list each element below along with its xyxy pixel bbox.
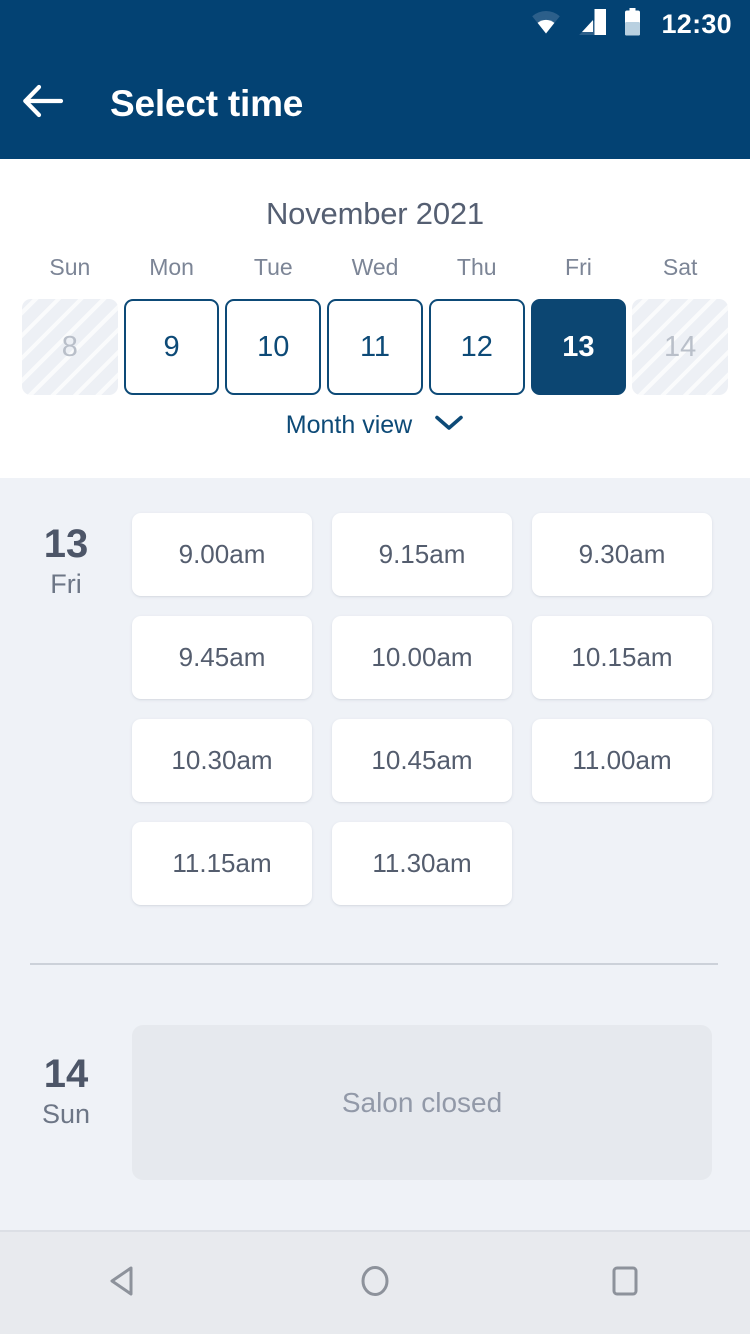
square-recents-icon xyxy=(605,1261,645,1306)
month-view-label: Month view xyxy=(285,411,413,439)
time-slot[interactable]: 9.45am xyxy=(132,616,312,699)
date-cell-9[interactable]: 9 xyxy=(123,299,220,395)
battery-icon xyxy=(624,7,641,41)
weekday-header: Tue xyxy=(253,254,293,280)
date-cell-14: 14 xyxy=(632,299,728,395)
calendar-date-row: 8 9 10 11 12 13 14 xyxy=(0,299,750,395)
status-bar-icons xyxy=(531,7,641,41)
day-label-13: 13 Fri xyxy=(0,478,132,905)
back-button[interactable] xyxy=(0,48,86,159)
day-block-13: 13 Fri 9.00am 9.15am 9.30am 9.45am 10.00… xyxy=(0,478,750,905)
time-slot[interactable]: 9.30am xyxy=(532,513,712,596)
date-cell-12[interactable]: 12 xyxy=(428,299,525,395)
android-nav-bar xyxy=(0,1230,750,1334)
time-slot[interactable]: 10.00am xyxy=(332,616,512,699)
phone-screen: 12:30 Select time November 2021 Sun Mon … xyxy=(0,0,750,1334)
day-label-14: 14 Sun xyxy=(0,1001,132,1180)
time-slot-area: 13 Fri 9.00am 9.15am 9.30am 9.45am 10.00… xyxy=(0,478,750,1230)
date-cell-8: 8 xyxy=(22,299,118,395)
app-bar: Select time xyxy=(0,48,750,159)
calendar-panel: November 2021 Sun Mon Tue Wed Thu Fri Sa… xyxy=(0,159,750,478)
status-bar-clock: 12:30 xyxy=(661,8,732,39)
triangle-back-icon xyxy=(105,1261,145,1306)
weekday-header: Wed xyxy=(351,254,399,280)
wifi-icon xyxy=(531,9,561,40)
day-block-14: 14 Sun Salon closed xyxy=(0,1001,750,1180)
nav-recents-button[interactable] xyxy=(565,1231,685,1334)
day-divider xyxy=(30,963,718,965)
day-of-week: Sun xyxy=(41,1099,91,1129)
time-slot[interactable]: 11.30am xyxy=(332,822,512,905)
circle-home-icon xyxy=(355,1261,395,1306)
calendar-month-label: November 2021 xyxy=(266,196,484,231)
day-number: 13 xyxy=(43,522,89,566)
weekday-header: Sun xyxy=(49,254,91,280)
nav-back-button[interactable] xyxy=(65,1231,185,1334)
date-cell-11[interactable]: 11 xyxy=(327,299,423,395)
calendar-weekday-row: Sun Mon Tue Wed Thu Fri Sat xyxy=(0,254,750,281)
time-slot[interactable]: 9.00am xyxy=(132,513,312,596)
time-slot[interactable]: 9.15am xyxy=(332,513,512,596)
time-slot[interactable]: 11.15am xyxy=(132,822,312,905)
weekday-header: Thu xyxy=(456,254,497,280)
chevron-down-icon xyxy=(434,414,464,437)
time-slot[interactable]: 10.15am xyxy=(532,616,712,699)
time-slot[interactable]: 11.00am xyxy=(532,719,712,802)
page-title: Select time xyxy=(110,82,304,124)
date-cell-13[interactable]: 13 xyxy=(530,299,627,395)
salon-closed-card: Salon closed xyxy=(132,1025,712,1180)
weekday-header: Mon xyxy=(149,254,194,280)
status-bar: 12:30 xyxy=(0,0,750,48)
weekday-header: Fri xyxy=(565,254,592,280)
time-slot[interactable]: 10.45am xyxy=(332,719,512,802)
day-of-week: Fri xyxy=(50,569,82,599)
weekday-header: Sat xyxy=(662,254,698,280)
nav-home-button[interactable] xyxy=(315,1231,435,1334)
time-slot[interactable]: 10.30am xyxy=(132,719,312,802)
slot-grid-13: 9.00am 9.15am 9.30am 9.45am 10.00am 10.1… xyxy=(132,478,750,905)
month-view-toggle[interactable]: Month view xyxy=(0,411,750,440)
day-number: 14 xyxy=(43,1052,89,1096)
arrow-left-icon xyxy=(22,84,64,123)
cellular-signal-icon xyxy=(579,8,607,40)
date-cell-10[interactable]: 10 xyxy=(225,299,322,395)
